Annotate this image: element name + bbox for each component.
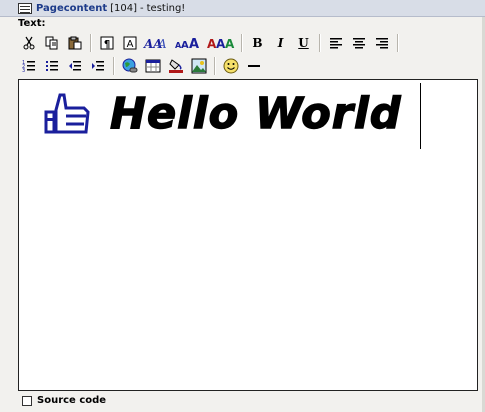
align-right-button[interactable] [371,33,392,53]
unordered-list-button[interactable] [41,56,62,76]
record-id: [104] [110,2,138,14]
underline-button[interactable]: U [293,33,314,53]
toolbar-separator [241,34,243,52]
scissors-icon [23,36,34,50]
font-face-button[interactable]: AA A [142,33,172,53]
align-center-icon [352,38,365,49]
source-code-checkbox[interactable] [22,395,32,406]
toolbar-row-2: 1 2 3 [18,55,266,77]
text-box-button[interactable]: A [119,33,140,53]
unordered-list-icon [45,61,58,71]
paragraph-button[interactable]: ¶ [96,33,117,53]
insert-image-button[interactable] [188,56,209,76]
toolbar-separator [113,57,115,75]
paint-bucket-icon [168,59,183,73]
italic-button[interactable]: I [270,33,291,53]
svg-text:A: A [181,40,189,50]
title-separator: - [140,2,144,14]
toolbar-separator [90,34,92,52]
font-size-icon: A A A [175,37,199,50]
align-left-button[interactable] [325,33,346,53]
field-label: Text: [18,18,46,29]
insert-smiley-button[interactable] [220,56,241,76]
font-face-icon: AA A [143,37,167,50]
align-left-icon [329,38,342,49]
insert-link-button[interactable] [119,56,140,76]
source-code-label: Source code [37,395,107,406]
paste-icon [68,36,81,50]
rich-text-editor[interactable]: Hello World [18,79,478,391]
outdent-icon [68,61,81,71]
toolbar-separator [397,34,399,52]
image-icon [191,58,206,74]
outdent-button[interactable] [64,56,85,76]
indent-button[interactable] [87,56,108,76]
svg-text:A: A [225,37,235,50]
horizontal-rule-icon [247,65,260,67]
table-icon [145,59,160,73]
font-color-button[interactable]: A A A [206,33,236,53]
smiley-icon [223,58,238,74]
record-type: Pagecontent [36,2,108,14]
link-globe-icon [122,58,137,73]
window-titlebar: Pagecontent [104] - testing! [0,0,485,17]
toolbar-separator [214,57,216,75]
svg-text:3: 3 [22,68,25,73]
cut-button[interactable] [18,33,39,53]
svg-text:A: A [157,37,167,50]
align-right-icon [375,38,388,49]
editor-content: Hello World [44,88,402,139]
ordered-list-button[interactable]: 1 2 3 [18,56,39,76]
ordered-list-icon: 1 2 3 [22,60,35,73]
font-color-icon: A A A [207,37,235,50]
svg-text:A: A [126,39,133,50]
text-box-icon: A [123,36,136,50]
paragraph-icon: ¶ [100,36,113,50]
text-caret [420,83,421,149]
svg-text:¶: ¶ [103,39,109,50]
table-icon [18,2,32,14]
editor-text: Hello World [109,88,402,139]
font-size-button[interactable]: A A A [174,33,204,53]
thumbs-up-icon [44,93,90,134]
paste-button[interactable] [64,33,85,53]
background-color-button[interactable] [165,56,186,76]
bold-button[interactable]: B [247,33,268,53]
copy-icon [45,36,57,50]
source-code-toggle[interactable]: Source code [22,395,106,406]
horizontal-rule-button[interactable] [243,56,264,76]
toolbar-separator [319,34,321,52]
copy-button[interactable] [41,33,62,53]
record-title: testing! [146,2,186,14]
align-center-button[interactable] [348,33,369,53]
insert-table-button[interactable] [142,56,163,76]
indent-icon [91,61,104,71]
toolbar-row-1: ¶ A AA A A A A A A A B I U [18,32,403,54]
svg-text:A: A [189,37,199,50]
